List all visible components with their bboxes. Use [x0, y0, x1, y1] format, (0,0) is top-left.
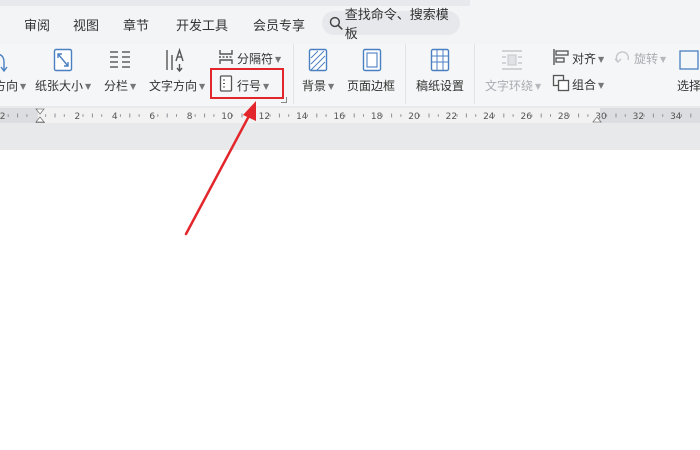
group-icon — [552, 74, 570, 92]
rotate-button[interactable]: 旋转 ▼ — [612, 46, 672, 68]
background-label: 背景 — [302, 79, 327, 93]
ruler-label: 2 — [0, 112, 5, 122]
orientation-label: 方向 — [0, 79, 19, 93]
menu-tab-bar: 审阅 视图 章节 开发工具 会员专享 查找命令、搜索模板 — [0, 0, 700, 44]
text-wrap-icon — [502, 50, 522, 70]
background-button[interactable]: 背景 ▼ — [297, 44, 339, 104]
ruler-label: 24 — [483, 112, 495, 122]
ribbon-divider — [293, 44, 294, 104]
selection-pane-button[interactable]: 选择 — [672, 44, 700, 104]
page-border-button[interactable]: 页面边框 — [344, 44, 400, 104]
line-number-highlight-box — [210, 68, 284, 99]
ruler-scale: 2 2 4 6 8 10 12 14 16 18 20 22 24 26 28 30 32 34 — [0, 108, 692, 123]
page-border-label: 页面边框 — [347, 79, 396, 93]
ruler-label: 12 — [259, 112, 270, 122]
ruler-label: 6 — [149, 112, 155, 122]
background-icon — [308, 48, 328, 72]
search-icon — [329, 16, 343, 30]
manuscript-grid-icon — [430, 48, 450, 72]
paper-size-button[interactable]: 纸张大小 ▼ — [34, 44, 94, 104]
ruler-label: 4 — [112, 112, 118, 122]
ruler-label: 18 — [371, 112, 383, 122]
columns-icon — [110, 51, 130, 68]
document-page[interactable] — [0, 150, 700, 450]
ruler-label: 22 — [446, 112, 457, 122]
command-search-box[interactable]: 查找命令、搜索模板 — [322, 8, 460, 42]
tab-developer-tools[interactable]: 开发工具 — [176, 15, 228, 34]
rotate-label: 旋转 — [634, 52, 659, 66]
rotate-icon — [614, 51, 630, 63]
paper-size-icon — [53, 48, 73, 72]
ribbon-divider — [474, 44, 475, 104]
align-button[interactable]: 对齐 ▼ — [550, 46, 608, 68]
text-direction-label: 文字方向 — [149, 79, 198, 93]
selection-pane-label: 选择 — [677, 79, 700, 93]
ruler-text-area — [38, 108, 600, 123]
align-icon — [553, 49, 569, 65]
tab-view[interactable]: 视图 — [73, 15, 99, 34]
ruler-label: 20 — [408, 112, 420, 122]
ruler-label: 28 — [558, 112, 570, 122]
search-placeholder: 查找命令、搜索模板 — [344, 8, 449, 42]
ruler-label: 34 — [670, 112, 682, 122]
ruler-label: 14 — [296, 112, 308, 122]
ruler-label: 32 — [633, 112, 644, 122]
page-break-icon — [219, 50, 233, 64]
paper-size-label: 纸张大小 — [35, 79, 84, 93]
ruler-label: 10 — [221, 112, 233, 122]
tab-member-exclusive[interactable]: 会员专享 — [253, 15, 305, 34]
group-label: 组合 — [572, 78, 597, 92]
text-wrap-button[interactable]: 文字环绕 ▼ — [480, 44, 544, 104]
columns-button[interactable]: 分栏 ▼ — [100, 44, 140, 104]
orientation-icon — [0, 53, 8, 73]
ruler-label: 8 — [187, 112, 193, 122]
page-layout-ribbon: 方向 ▼ 纸张大小 ▼ 分栏 ▼ 文字方向 ▼ 分隔符 ▼ 行号 ▼ 背景 ▼ … — [0, 44, 700, 106]
page-border-icon — [362, 48, 382, 72]
separator-label: 分隔符 — [237, 52, 274, 66]
ruler-label: 26 — [520, 112, 532, 122]
ribbon-divider — [405, 44, 406, 104]
tab-chapter[interactable]: 章节 — [123, 15, 149, 34]
group-button[interactable]: 组合 ▼ — [550, 72, 608, 94]
horizontal-ruler[interactable]: 2 2 4 6 8 10 12 14 16 18 20 22 24 26 28 30 32 34 — [0, 108, 700, 129]
orientation-button[interactable]: 方向 ▼ — [0, 44, 26, 104]
text-direction-button[interactable]: 文字方向 ▼ — [146, 44, 208, 104]
manuscript-settings-label: 稿纸设置 — [416, 79, 465, 93]
text-wrap-label: 文字环绕 — [485, 79, 534, 93]
ruler-label: 2 — [75, 112, 81, 122]
manuscript-settings-button[interactable]: 稿纸设置 — [412, 44, 468, 104]
selection-pane-icon — [679, 50, 699, 70]
ruler-label: 16 — [333, 112, 345, 122]
tab-review[interactable]: 审阅 — [24, 15, 50, 34]
align-label: 对齐 — [572, 52, 597, 66]
separator-button[interactable]: 分隔符 ▼ — [214, 46, 286, 68]
text-direction-icon — [166, 47, 184, 73]
columns-label: 分栏 — [104, 79, 129, 93]
document-background — [0, 123, 700, 150]
